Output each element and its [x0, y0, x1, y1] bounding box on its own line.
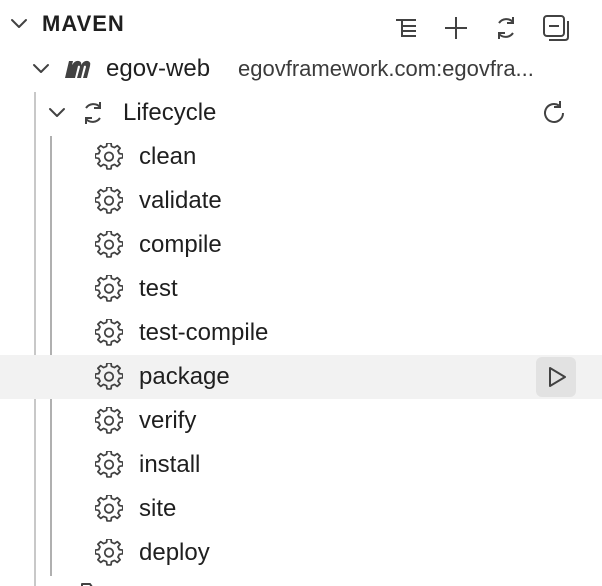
project-name: egov-web [106, 55, 211, 82]
list-flat-icon[interactable] [388, 10, 424, 46]
gear-icon [94, 186, 124, 216]
goal-label: install [139, 451, 201, 478]
chevron-down-icon[interactable] [46, 102, 68, 124]
project-row[interactable]: egov-web egovframework.com:egovfra... [0, 47, 602, 91]
add-icon[interactable] [438, 10, 474, 46]
lifecycle-goal-row[interactable]: test-compile [0, 311, 602, 355]
lifecycle-goal-row[interactable]: deploy [0, 531, 602, 575]
lifecycle-goal-row[interactable]: package [0, 355, 602, 399]
goal-label: site [139, 495, 177, 522]
gear-icon [94, 230, 124, 260]
lifecycle-goal-row[interactable]: install [0, 443, 602, 487]
maven-explorer-panel: MAVEN egov-web egovframework.com:egovfra… [0, 0, 602, 586]
chevron-down-icon[interactable] [30, 58, 52, 80]
gear-icon [94, 450, 124, 480]
lifecycle-label: Lifecycle [123, 99, 217, 126]
goal-label: clean [139, 143, 197, 170]
maven-section-header[interactable]: MAVEN [0, 2, 602, 46]
goal-label: test [139, 275, 178, 302]
goal-label: deploy [139, 539, 210, 566]
play-icon [544, 365, 568, 389]
gear-icon [94, 362, 124, 392]
maven-project-icon [62, 54, 92, 84]
section-title: MAVEN [42, 11, 125, 36]
gear-icon [94, 406, 124, 436]
run-goal-button[interactable] [536, 357, 576, 397]
gear-icon [94, 274, 124, 304]
lifecycle-goal-row[interactable]: verify [0, 399, 602, 443]
gear-icon [94, 494, 124, 524]
goal-label: compile [139, 231, 222, 258]
lifecycle-goal-row[interactable]: clean [0, 135, 602, 179]
gear-icon [94, 538, 124, 568]
lifecycle-goal-row[interactable]: site [0, 487, 602, 531]
gear-icon [94, 142, 124, 172]
goal-label: validate [139, 187, 222, 214]
lifecycle-goal-row[interactable]: validate [0, 179, 602, 223]
lifecycle-goal-row[interactable]: compile [0, 223, 602, 267]
refresh-icon[interactable] [536, 95, 572, 131]
goal-label: verify [139, 407, 197, 434]
goal-label: package [139, 363, 230, 390]
section-toolbar [388, 8, 574, 48]
project-coordinates: egovframework.com:egovfra... [238, 56, 534, 81]
gear-icon [94, 318, 124, 348]
refresh-icon[interactable] [488, 10, 524, 46]
goal-label: test-compile [139, 319, 269, 346]
sync-icon [78, 98, 108, 128]
chevron-down-icon[interactable] [8, 13, 30, 35]
lifecycle-row[interactable]: Lifecycle [0, 91, 602, 135]
collapse-all-icon[interactable] [538, 10, 574, 46]
folder-icon [78, 578, 108, 586]
lifecycle-goal-row[interactable]: test [0, 267, 602, 311]
